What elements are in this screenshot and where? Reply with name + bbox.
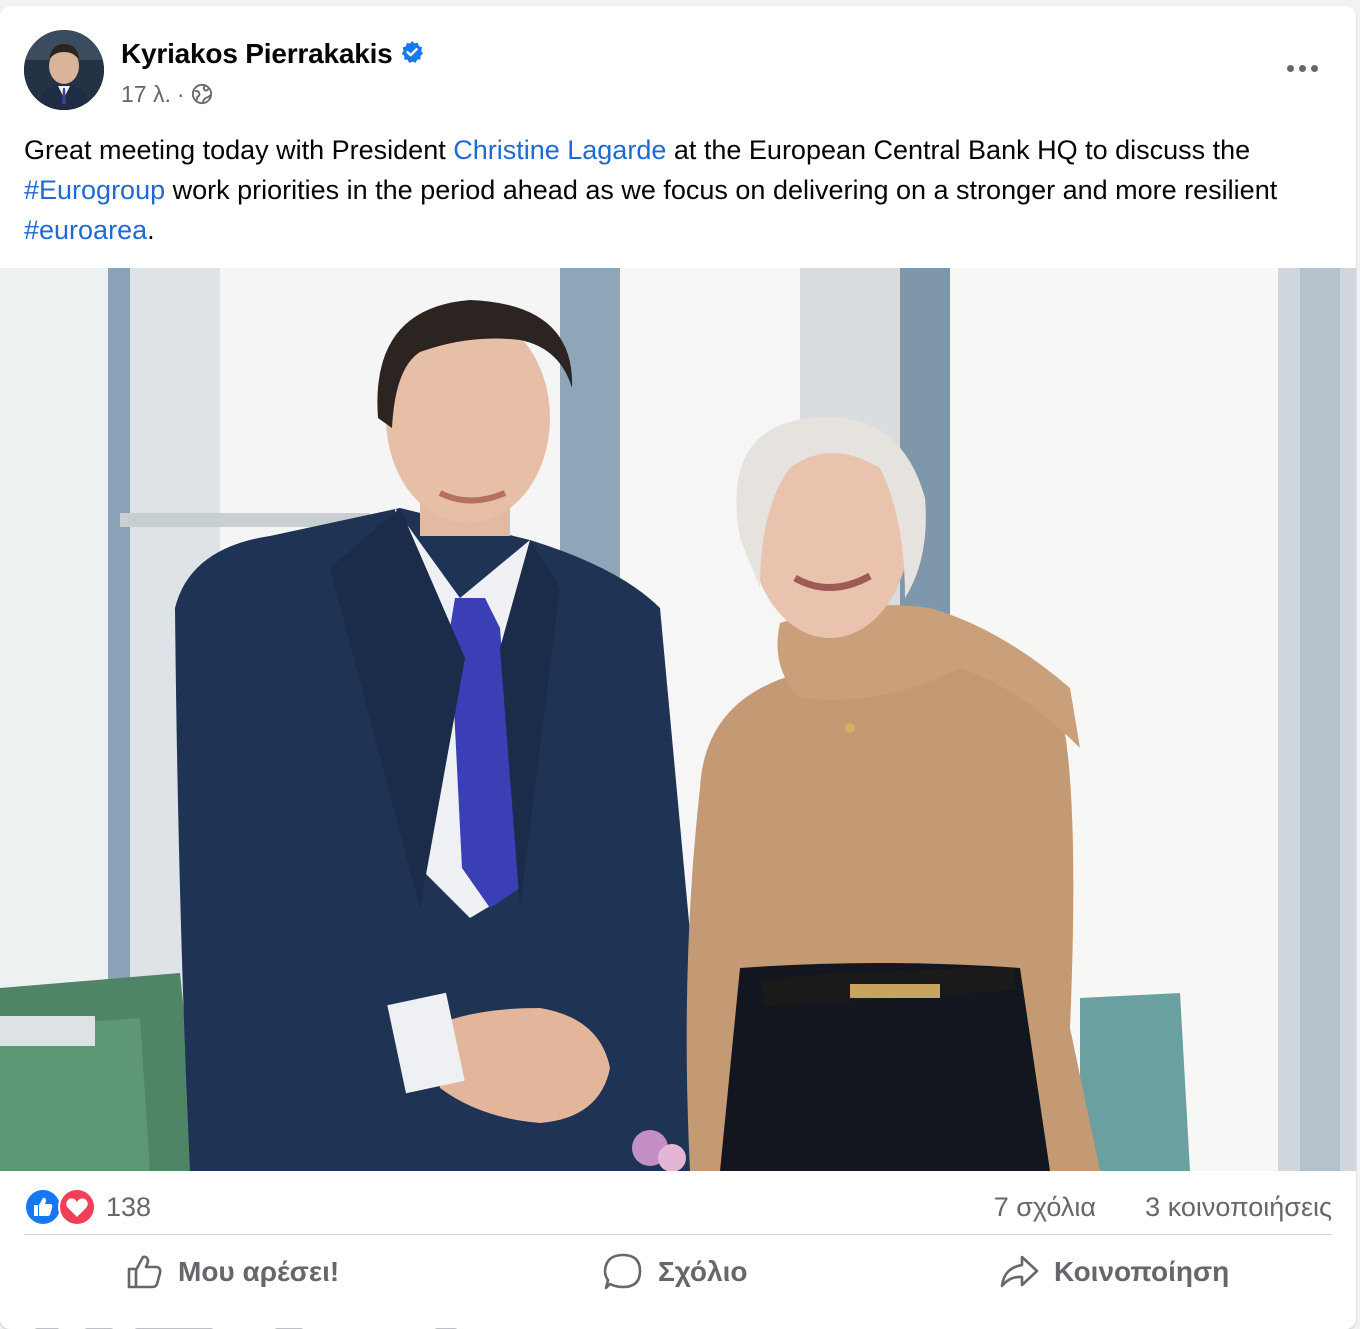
- comments-section-edge: [24, 1316, 1332, 1329]
- more-options-button[interactable]: [1280, 52, 1324, 84]
- like-button[interactable]: Μου αρέσει!: [124, 1243, 339, 1301]
- comment-label: Σχόλιο: [658, 1256, 748, 1287]
- hashtag-link[interactable]: #Eurogroup: [24, 175, 165, 205]
- like-label: Μου αρέσει!: [178, 1256, 340, 1287]
- comments-count-link[interactable]: 7 σχόλια: [994, 1192, 1096, 1223]
- verified-badge-icon: [401, 41, 423, 63]
- meta-separator: ·: [176, 80, 185, 107]
- reactions-summary[interactable]: [24, 1188, 98, 1226]
- post-photo[interactable]: [0, 268, 1356, 1171]
- author-avatar[interactable]: [24, 30, 104, 110]
- post-text-part: Great meeting today with President: [24, 135, 454, 165]
- author-name[interactable]: Kyriakos Pierrakakis: [121, 38, 393, 70]
- post-meta: 17 λ. ·: [121, 80, 213, 108]
- hashtag-link[interactable]: #euroarea: [24, 215, 147, 245]
- love-reaction-icon: [58, 1188, 96, 1226]
- mention-link[interactable]: Christine Lagarde: [453, 135, 666, 165]
- reactions-count[interactable]: 138: [106, 1192, 151, 1223]
- share-label: Κοινοποίηση: [1054, 1256, 1230, 1287]
- post-header: Kyriakos Pierrakakis 17 λ. ·: [24, 30, 1332, 112]
- comment-button[interactable]: Σχόλιο: [602, 1243, 747, 1301]
- post-card: Kyriakos Pierrakakis 17 λ. · Great meeti…: [0, 6, 1356, 1329]
- comment-bubble-icon: [603, 1253, 642, 1290]
- post-timestamp[interactable]: 17 λ.: [121, 81, 171, 108]
- share-button[interactable]: Κοινοποίηση: [998, 1243, 1229, 1301]
- share-arrow-icon: [1000, 1255, 1039, 1288]
- post-action-bar: Μου αρέσει! Σχόλιο Κοινοποίηση: [24, 1234, 1332, 1308]
- shares-count-link[interactable]: 3 κοινοποιήσεις: [1145, 1192, 1332, 1223]
- post-text-part: work priorities in the period ahead as w…: [165, 175, 1278, 205]
- dot-icon: [1310, 64, 1318, 72]
- dot-icon: [1298, 64, 1306, 72]
- post-text-part: .: [147, 215, 155, 245]
- post-stats: 138 7 σχόλια 3 κοινοποιήσεις: [24, 1184, 1332, 1228]
- thumbs-up-icon: [127, 1255, 162, 1289]
- post-text: Great meeting today with President Chris…: [24, 130, 1334, 250]
- globe-icon: [191, 83, 212, 105]
- dot-icon: [1286, 64, 1294, 72]
- post-text-part: at the European Central Bank HQ to discu…: [666, 135, 1251, 165]
- like-reaction-icon: [24, 1188, 62, 1226]
